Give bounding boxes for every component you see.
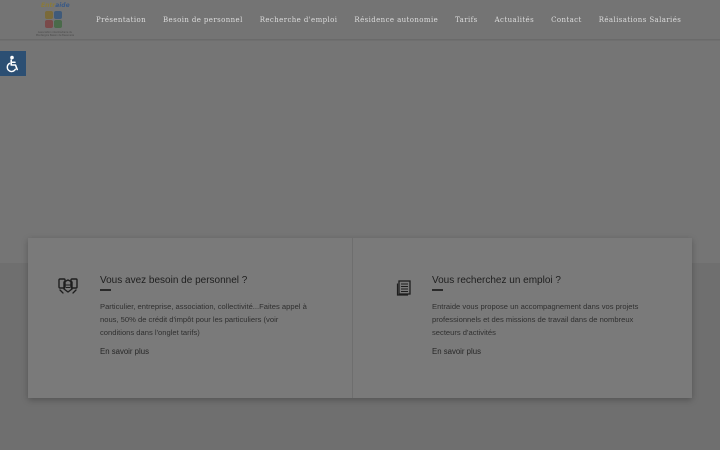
handshake-icon: [58, 278, 78, 294]
title-underline: [100, 289, 111, 291]
logo-subtitle: Association intermédiaire du Montargois …: [35, 31, 75, 37]
hero-banner: [0, 41, 720, 263]
nav-item-besoin-personnel[interactable]: Besoin de personnel: [163, 16, 243, 24]
service-title: Vous avez besoin de personnel ?: [100, 275, 248, 286]
en-savoir-plus-link[interactable]: En savoir plus: [432, 347, 481, 356]
services-card: Vous avez besoin de personnel ? Particul…: [28, 238, 692, 398]
service-description: Entraide vous propose un accompagnement …: [432, 302, 639, 337]
service-description: Particulier, entreprise, association, co…: [100, 302, 307, 337]
site-header: Entraide Association intermédiaire du Mo…: [0, 0, 720, 40]
nav-item-presentation[interactable]: Présentation: [96, 16, 146, 24]
document-list-icon: [396, 280, 411, 296]
main-nav: Présentation Besoin de personnel Recherc…: [96, 16, 698, 24]
nav-item-residence-autonomie[interactable]: Résidence autonomie: [354, 16, 438, 24]
accessibility-icon: [6, 55, 18, 72]
service-emploi: Vous recherchez un emploi ? Entraide vou…: [353, 238, 692, 398]
puzzle-logo-icon: [45, 11, 63, 29]
service-personnel: Vous avez besoin de personnel ? Particul…: [28, 238, 353, 398]
nav-item-contact[interactable]: Contact: [551, 16, 582, 24]
accessibility-button[interactable]: [0, 51, 26, 76]
logo-wordmark: Entraide: [41, 2, 70, 9]
title-underline: [432, 289, 443, 291]
nav-item-tarifs[interactable]: Tarifs: [455, 16, 477, 24]
nav-item-recherche-emploi[interactable]: Recherche d'emploi: [260, 16, 338, 24]
site-logo[interactable]: Entraide Association intermédiaire du Mo…: [34, 2, 76, 38]
nav-item-realisations-salaries[interactable]: Réalisations Salariés: [599, 16, 682, 24]
en-savoir-plus-link[interactable]: En savoir plus: [100, 347, 149, 356]
nav-item-actualites[interactable]: Actualités: [495, 16, 535, 24]
service-title: Vous recherchez un emploi ?: [432, 275, 561, 286]
